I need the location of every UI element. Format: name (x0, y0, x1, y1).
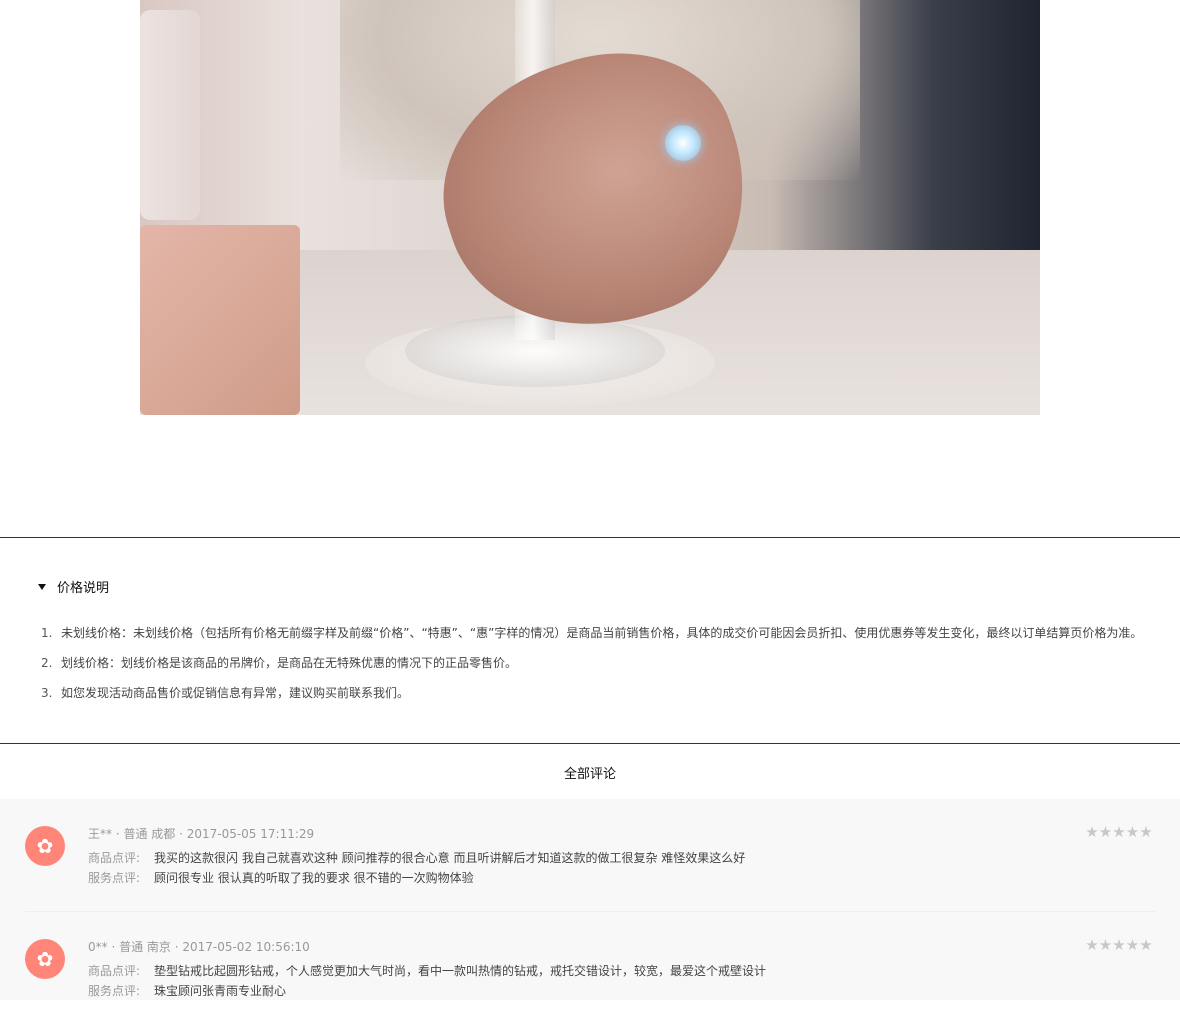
item-text: 未划线价格（包括所有价格无前缀字样及前缀“价格”、“特惠”、“惠”字样的情况）是… (133, 626, 1143, 640)
item-text: 如您发现活动商品售价或促销信息有异常，建议购买前联系我们。 (61, 686, 410, 700)
product-review-text: 垫型钻戒比起圆形钻戒，个人感觉更加大气时尚，看中一款叫热情的钻戒，戒托交错设计，… (154, 964, 767, 978)
reviews-title: 全部评论 (563, 767, 616, 782)
pink-gift-box (140, 225, 300, 415)
reviews-list: ✿ 王** · 普通 成都 · 2017-05-05 17:11:29 ★ ★ … (0, 799, 1180, 1000)
product-review-label: 商品点评: (88, 964, 141, 978)
rose-icon: ✿ (36, 834, 54, 858)
avatar: ✿ (25, 939, 65, 979)
star-icon: ★ (1085, 936, 1099, 954)
rating-stars: ★ ★ ★ ★ ★ (1085, 823, 1153, 841)
item-number: 3. (41, 686, 53, 700)
product-review-row: 商品点评: 垫型钻戒比起圆形钻戒，个人感觉更加大气时尚，看中一款叫热情的钻戒，戒… (88, 963, 766, 979)
diamond-ring (665, 125, 701, 161)
section-divider (0, 537, 1180, 538)
star-icon: ★ (1125, 936, 1140, 954)
service-review-text: 顾问很专业 很认真的听取了我的要求 很不错的一次购物体验 (154, 871, 474, 885)
item-number: 2. (41, 656, 53, 670)
review-item: ✿ 0** · 普通 南京 · 2017-05-02 10:56:10 ★ ★ … (0, 912, 1180, 1024)
service-review-label: 服务点评: (88, 984, 141, 998)
price-info-item: 3. 如您发现活动商品售价或促销信息有异常，建议购买前联系我们。 (41, 678, 1142, 708)
service-review-row: 服务点评: 顾问很专业 很认真的听取了我的要求 很不错的一次购物体验 (88, 870, 474, 886)
service-review-text: 珠宝顾问张青雨专业耐心 (154, 984, 287, 998)
star-icon: ★ (1098, 936, 1113, 954)
star-icon: ★ (1098, 823, 1113, 841)
service-review-row: 服务点评: 珠宝顾问张青雨专业耐心 (88, 983, 286, 999)
review-meta: 王** · 普通 成都 · 2017-05-05 17:11:29 (88, 827, 315, 841)
star-icon: ★ (1085, 823, 1099, 841)
price-info-title: 价格说明 (57, 581, 110, 596)
price-info-item: 2. 划线价格：划线价格是该商品的吊牌价，是商品在无特殊优惠的情况下的正品零售价… (41, 648, 1142, 678)
service-review-label: 服务点评: (88, 871, 141, 885)
avatar: ✿ (25, 826, 65, 866)
review-item: ✿ 王** · 普通 成都 · 2017-05-05 17:11:29 ★ ★ … (0, 799, 1180, 912)
caret-down-icon (38, 583, 46, 590)
rose-icon: ✿ (36, 947, 54, 971)
product-review-label: 商品点评: (88, 851, 141, 865)
price-info-item: 1. 未划线价格：未划线价格（包括所有价格无前缀字样及前缀“价格”、“特惠”、“… (41, 618, 1142, 648)
star-icon: ★ (1112, 936, 1126, 954)
product-review-row: 商品点评: 我买的这款很闪 我自己就喜欢这种 顾问推荐的很合心意 而且听讲解后才… (88, 850, 745, 866)
product-review-text: 我买的这款很闪 我自己就喜欢这种 顾问推荐的很合心意 而且听讲解后才知道这款的做… (154, 851, 746, 865)
section-divider (0, 743, 1180, 744)
star-icon: ★ (1125, 823, 1140, 841)
background-glass (140, 10, 200, 220)
star-icon: ★ (1112, 823, 1126, 841)
item-term: 划线价格： (61, 656, 122, 670)
review-meta: 0** · 普通 南京 · 2017-05-02 10:56:10 (88, 940, 310, 954)
star-icon: ★ (1139, 823, 1153, 841)
product-hero-image (140, 0, 1040, 415)
price-info-list: 1. 未划线价格：未划线价格（包括所有价格无前缀字样及前缀“价格”、“特惠”、“… (41, 618, 1142, 708)
item-number: 1. (41, 626, 53, 640)
item-text: 划线价格是该商品的吊牌价，是商品在无特殊优惠的情况下的正品零售价。 (121, 656, 518, 670)
price-info-toggle[interactable]: 价格说明 (38, 577, 109, 596)
rating-stars: ★ ★ ★ ★ ★ (1085, 936, 1153, 954)
star-icon: ★ (1139, 936, 1153, 954)
item-term: 未划线价格： (61, 626, 134, 640)
